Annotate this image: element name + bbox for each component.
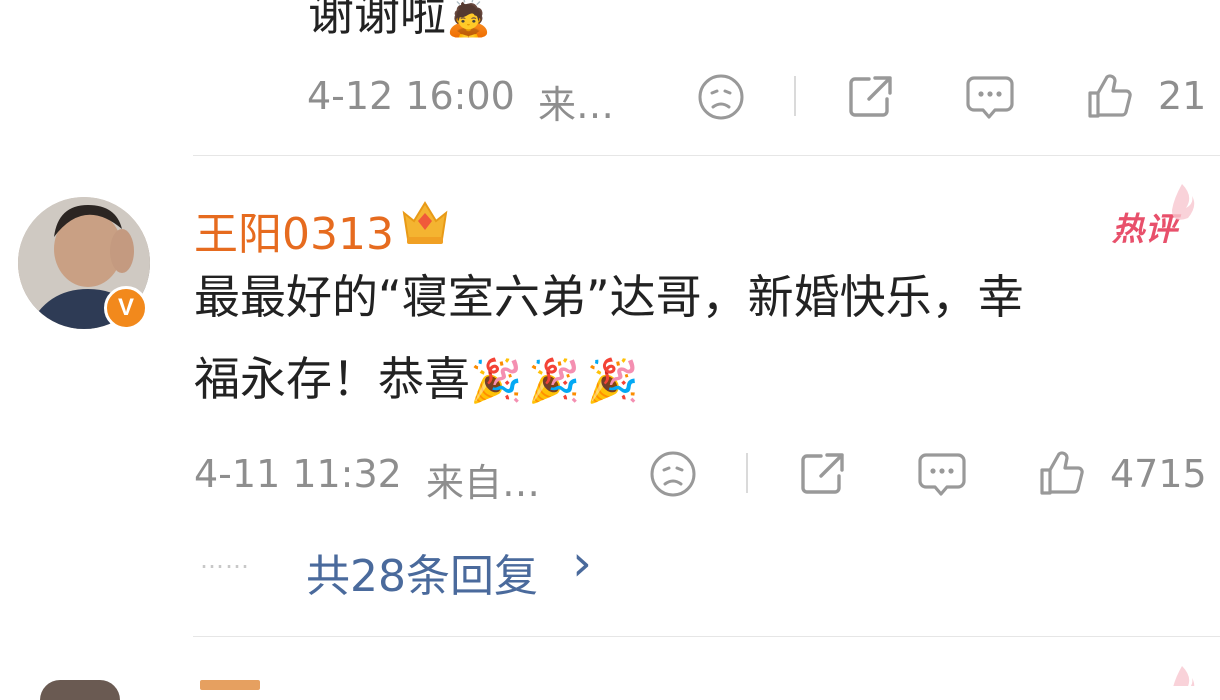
action-separator [794,76,796,116]
comment-source[interactable]: 来自… [426,452,540,507]
prev-comment-emoji: 🙇 [446,0,491,39]
flame-icon [1168,664,1196,686]
crown-icon [398,196,452,248]
action-separator [746,453,748,493]
share-icon[interactable] [798,449,848,499]
dislike-icon[interactable] [648,449,698,499]
replies-dots: …… [200,546,250,574]
share-icon[interactable] [846,72,896,122]
party-popper-icon: 🎉 [586,356,639,405]
flame-icon [1168,182,1196,222]
prev-comment-source[interactable]: 来… [538,74,614,129]
comment-text-tail: 福永存！恭喜 [194,352,470,406]
like-icon[interactable] [1036,447,1086,499]
comment-text-line-1: 最最好的“寝室六弟”达哥，新婚快乐，幸 [194,270,1024,324]
comment-icon[interactable] [965,72,1015,122]
prev-comment-text: 谢谢啦🙇 [308,0,491,44]
username[interactable] [200,680,260,690]
comment-text-line-2: 福永存！恭喜🎉 🎉 🎉 [194,350,639,410]
dislike-icon[interactable] [696,72,746,122]
like-count: 21 [1158,74,1207,118]
prev-comment-time: 4-12 16:00 [307,74,515,118]
like-icon[interactable] [1084,70,1134,122]
avatar[interactable] [40,680,120,700]
comment-time: 4-11 11:32 [194,452,402,496]
chevron-right-icon[interactable]: › [572,534,592,592]
verified-badge: V [104,286,148,330]
comment-icon[interactable] [917,449,967,499]
prev-comment-text-tail: 谢谢啦 [308,0,446,41]
comment-divider [193,155,1220,156]
username[interactable]: 王阳0313 [194,198,394,262]
like-count: 4715 [1110,452,1207,496]
party-popper-icon: 🎉 [470,356,523,405]
replies-label[interactable]: 共28条回复 [306,540,538,604]
comment-divider [193,636,1220,637]
party-popper-icon: 🎉 [528,356,581,405]
